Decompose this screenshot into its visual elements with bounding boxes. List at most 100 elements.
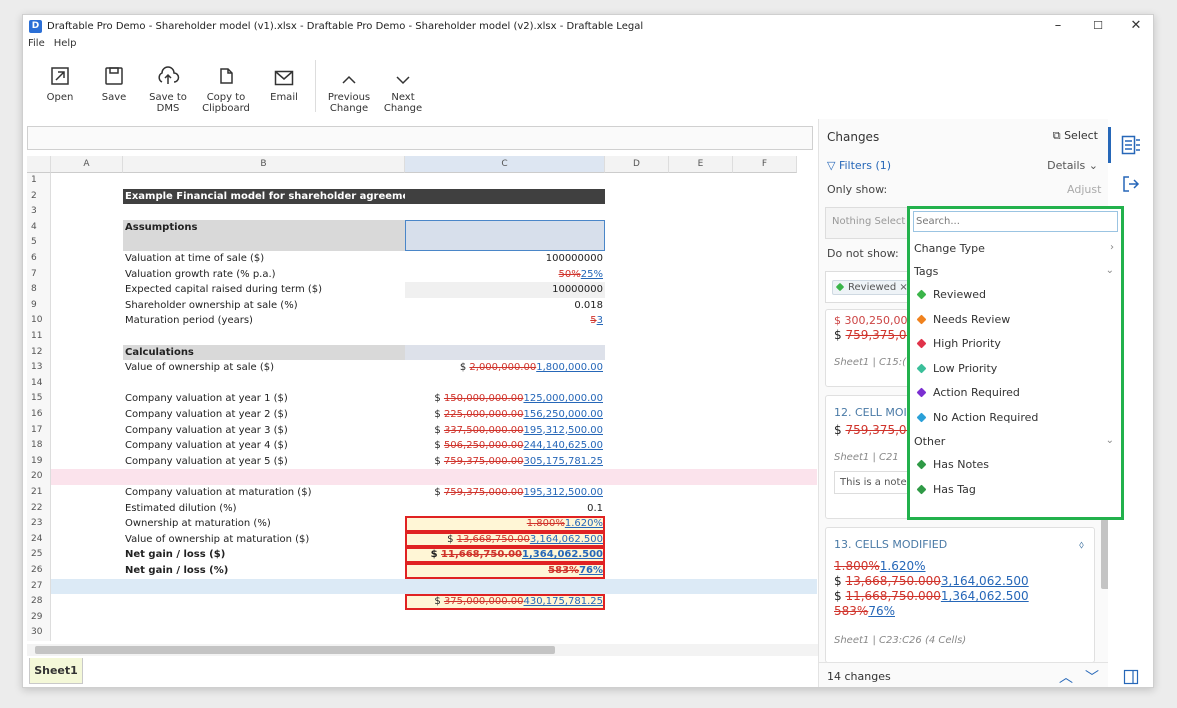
cell-b[interactable] <box>123 329 405 345</box>
row-number[interactable]: 29 <box>27 609 51 626</box>
exit-icon[interactable] <box>1122 175 1140 193</box>
cell-b[interactable]: Value of ownership at maturation ($) <box>123 532 405 548</box>
next-change-button[interactable]: Next Change <box>378 54 428 114</box>
filter-option-reviewed[interactable]: Reviewed <box>916 288 986 301</box>
cell-b[interactable]: Company valuation at year 2 ($) <box>123 407 405 423</box>
cell-c[interactable]: $ 759,375,000.00195,312,500.00 <box>405 485 605 501</box>
cell-b[interactable]: Valuation growth rate (% p.a.) <box>123 267 405 283</box>
adjust-link[interactable]: Adjust <box>1067 183 1101 196</box>
cell-c[interactable]: $ 225,000,000.00156,250,000.00 <box>405 407 605 423</box>
row-number[interactable]: 21 <box>27 485 51 501</box>
column-header[interactable]: E <box>669 156 733 173</box>
row-number[interactable]: 26 <box>27 563 51 579</box>
row-number[interactable]: 19 <box>27 453 51 470</box>
changes-list-icon[interactable] <box>1121 135 1141 155</box>
column-header[interactable]: D <box>605 156 669 173</box>
cell-b[interactable] <box>123 376 405 392</box>
row-number[interactable]: 12 <box>27 344 51 361</box>
row-number[interactable]: 18 <box>27 438 51 454</box>
cell-c[interactable]: 100000000 <box>405 251 605 267</box>
cell-b[interactable]: Example Financial model for shareholder … <box>123 188 421 205</box>
cell-c[interactable]: 0.1 <box>405 501 605 517</box>
cell-c[interactable]: 50%25% <box>405 267 605 283</box>
change-card-13[interactable]: 13. CELLS MODIFIED ⬨ 1.800%1.620% $ 13,6… <box>825 527 1095 663</box>
cell-b[interactable]: Valuation at time of sale ($) <box>123 251 405 267</box>
cell-c[interactable] <box>405 376 605 392</box>
filter-option-has-tag[interactable]: Has Tag <box>916 483 976 496</box>
change-type-section[interactable]: Change Type › <box>914 242 1114 255</box>
cell-c[interactable]: $ 13,668,750.003,164,062.500 <box>405 531 605 548</box>
cell-b[interactable] <box>123 594 405 610</box>
cell-b[interactable]: Net gain / loss ($) <box>123 547 405 563</box>
cell-b[interactable]: Net gain / loss (%) <box>123 563 405 579</box>
horizontal-scroll-thumb[interactable] <box>35 646 555 654</box>
minimize-button[interactable]: – <box>1039 15 1077 38</box>
cell-b[interactable]: Value of ownership at sale ($) <box>123 360 405 376</box>
cell-b[interactable] <box>123 204 405 220</box>
cell-b[interactable]: Shareholder ownership at sale (%) <box>123 298 405 314</box>
row-number[interactable]: 16 <box>27 407 51 423</box>
row-number[interactable]: 13 <box>27 360 51 376</box>
row-number[interactable]: 8 <box>27 282 51 298</box>
row-number[interactable]: 15 <box>27 391 51 407</box>
cell-c[interactable] <box>405 344 605 361</box>
cell-c[interactable] <box>405 188 605 205</box>
cell-c[interactable] <box>405 204 605 220</box>
panel-layout-icon[interactable] <box>1123 669 1139 685</box>
cell-b[interactable] <box>123 235 405 251</box>
filter-search-input[interactable]: Search... <box>913 211 1118 232</box>
cell-b[interactable] <box>123 625 405 641</box>
select-button[interactable]: ⧉ Select <box>1053 129 1098 143</box>
cell-b[interactable]: Maturation period (years) <box>123 313 405 329</box>
corner-header[interactable] <box>27 156 51 173</box>
cell-c[interactable]: $ 2,000,000.001,800,000.00 <box>405 360 605 376</box>
cell-c[interactable]: $ 375,000,000.00430,175,781.25 <box>405 594 605 610</box>
row-number[interactable]: 10 <box>27 313 51 329</box>
cell-c[interactable]: 0.018 <box>405 298 605 314</box>
cell-c[interactable] <box>405 579 605 595</box>
cell-c[interactable]: $ 11,668,750.001,364,062.500 <box>405 547 605 563</box>
email-button[interactable]: Email <box>259 54 309 103</box>
formula-bar[interactable] <box>27 126 813 150</box>
cell-c[interactable] <box>405 469 605 485</box>
row-number[interactable]: 20 <box>27 469 51 485</box>
row-number[interactable]: 11 <box>27 329 51 345</box>
cell-b[interactable]: Calculations <box>123 344 405 361</box>
cell-c[interactable]: 583%76% <box>405 563 605 579</box>
row-number[interactable]: 7 <box>27 266 51 283</box>
reviewed-chip[interactable]: Reviewed × <box>832 280 913 295</box>
details-dropdown[interactable]: Details ⌄ <box>1047 159 1098 172</box>
row-number[interactable]: 28 <box>27 594 51 610</box>
row-number[interactable]: 27 <box>27 578 51 595</box>
previous-change-button[interactable]: Previous Change <box>324 54 374 114</box>
cell-b[interactable]: Assumptions <box>123 219 405 236</box>
row-number[interactable]: 3 <box>27 204 51 220</box>
row-number[interactable]: 23 <box>27 516 51 532</box>
cell-b[interactable] <box>123 469 405 485</box>
cell-c[interactable]: $ 506,250,000.00244,140,625.00 <box>405 438 605 454</box>
filter-option-has-notes[interactable]: Has Notes <box>916 458 989 471</box>
copy-to-clipboard-button[interactable]: Copy to Clipboard <box>197 54 255 114</box>
menu-help[interactable]: Help <box>54 38 77 54</box>
filter-option-needs-review[interactable]: Needs Review <box>916 313 1010 326</box>
cell-b[interactable] <box>123 610 405 626</box>
maximize-button[interactable]: ☐ <box>1079 15 1117 38</box>
filters-toggle[interactable]: ▽ Filters (1) <box>827 159 891 172</box>
filter-option-action-required[interactable]: Action Required <box>916 386 1020 399</box>
row-number[interactable]: 4 <box>27 219 51 236</box>
open-button[interactable]: Open <box>35 54 85 103</box>
cell-b[interactable]: Company valuation at year 4 ($) <box>123 438 405 454</box>
cell-c[interactable]: 10000000 <box>405 282 605 298</box>
cell-c[interactable] <box>405 173 605 189</box>
menu-file[interactable]: File <box>28 38 45 54</box>
row-number[interactable]: 30 <box>27 625 51 641</box>
row-number[interactable]: 5 <box>27 235 51 251</box>
cell-b[interactable] <box>123 579 405 595</box>
close-button[interactable]: ✕ <box>1117 15 1153 38</box>
cell-c[interactable] <box>405 610 605 626</box>
row-number[interactable]: 6 <box>27 251 51 267</box>
cell-b[interactable] <box>123 173 405 189</box>
cell-b[interactable]: Company valuation at year 1 ($) <box>123 391 405 407</box>
column-header[interactable]: A <box>51 156 123 173</box>
row-number[interactable]: 25 <box>27 547 51 563</box>
